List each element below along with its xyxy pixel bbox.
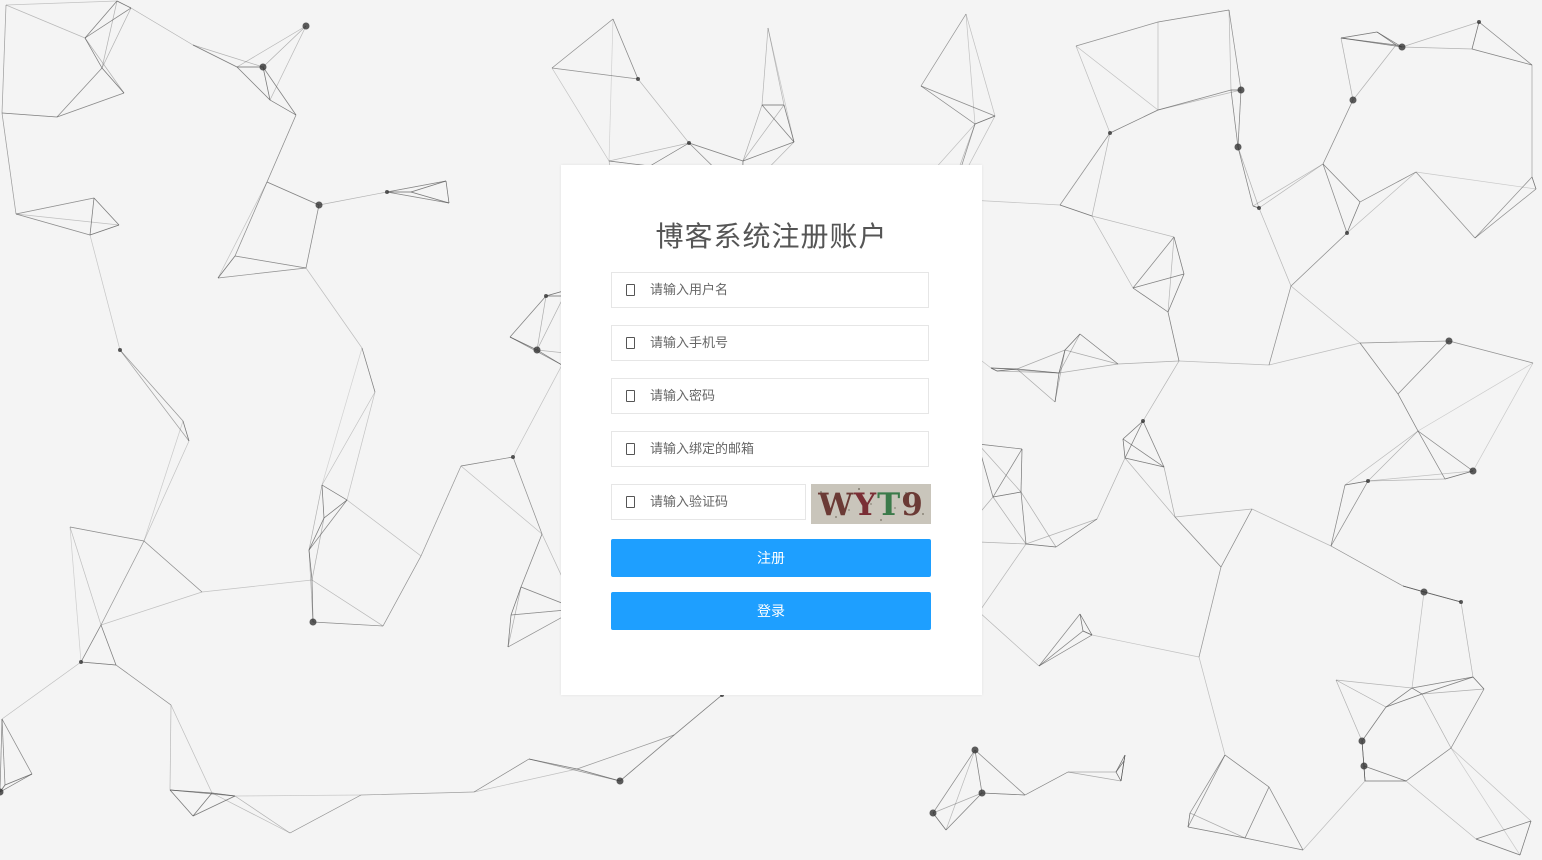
login-button[interactable]: 登录 [611, 592, 931, 630]
phone-field[interactable] [611, 325, 929, 361]
lock-icon [626, 390, 635, 402]
username-field[interactable] [611, 272, 929, 308]
captcha-image[interactable]: WYT9 [811, 484, 931, 524]
email-input[interactable] [650, 432, 920, 466]
captcha-field[interactable] [611, 484, 806, 520]
email-field[interactable] [611, 431, 929, 467]
page-title: 博客系统注册账户 [655, 220, 888, 253]
captcha-code: WYT9 [818, 487, 924, 523]
phone-input[interactable] [650, 326, 920, 360]
email-icon [626, 443, 635, 455]
phone-icon [626, 337, 635, 349]
register-card: 博客系统注册账户 WYT9 注册 登录 [561, 165, 982, 695]
captcha-icon [626, 496, 635, 508]
captcha-input[interactable] [650, 485, 800, 519]
user-icon [626, 284, 635, 296]
username-input[interactable] [650, 273, 920, 307]
password-field[interactable] [611, 378, 929, 414]
password-input[interactable] [650, 379, 920, 413]
register-button[interactable]: 注册 [611, 539, 931, 577]
